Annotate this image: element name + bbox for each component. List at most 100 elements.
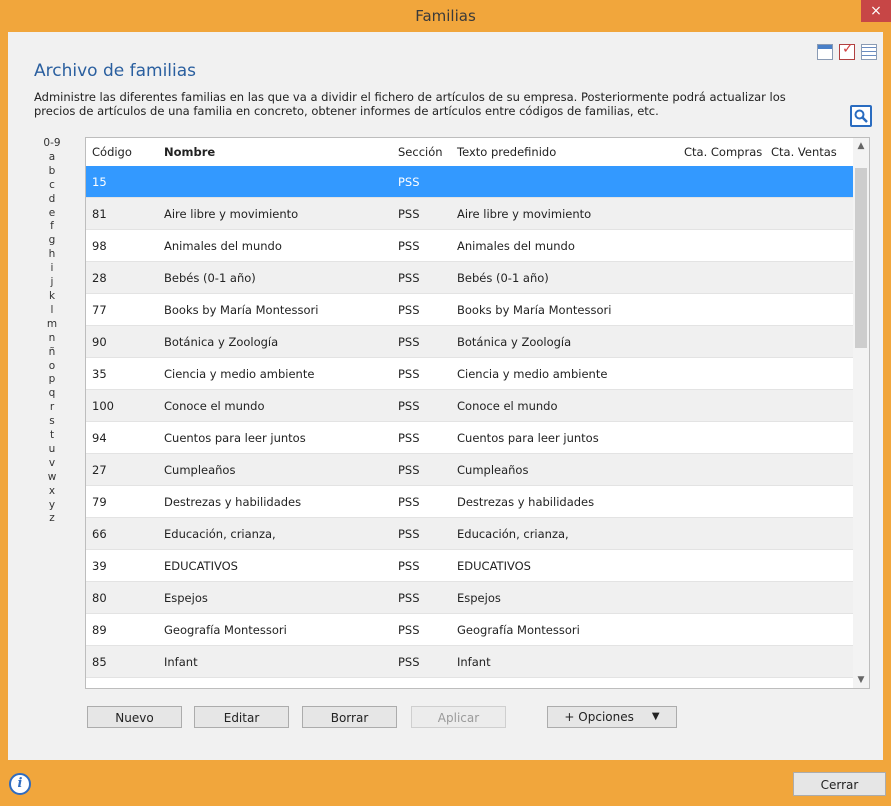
alphabet-letter[interactable]: a [38, 151, 66, 165]
alphabet-letter[interactable]: r [38, 401, 66, 415]
alphabet-letter[interactable]: c [38, 179, 66, 193]
table-row[interactable]: 90 Botánica y Zoología PSS Botánica y Zoolo… [86, 326, 853, 358]
column-header[interactable]: Cta. Ventas [765, 145, 853, 159]
alphabet-letter[interactable]: w [38, 471, 66, 485]
table-cell: PSS [398, 590, 420, 605]
table-cell: 35 [92, 366, 107, 381]
alphabet-letter[interactable]: v [38, 457, 66, 471]
table-row[interactable]: 81 Aire libre y movimiento PSS Aire libre y… [86, 198, 853, 230]
aplicar-button[interactable]: Aplicar [411, 706, 506, 728]
alphabet-letter[interactable]: n [38, 332, 66, 346]
nuevo-button[interactable]: Nuevo [87, 706, 182, 728]
alphabet-letter[interactable]: d [38, 193, 66, 207]
table-row[interactable]: 28 Bebés (0-1 año) PSS Bebés (0-1 año) [86, 262, 853, 294]
table-cell: 79 [92, 494, 107, 509]
table-cell: Bebés (0-1 año) [164, 270, 256, 285]
close-button[interactable]: × [861, 0, 891, 22]
alphabet-index: 0-9 a b c d e f g h i j k l m n ñ o p q r s t u v w x y z [38, 137, 66, 526]
table-cell: Bebés (0-1 año) [457, 270, 549, 285]
alphabet-letter[interactable]: z [38, 512, 66, 526]
table-cell: Educación, crianza, [164, 526, 276, 541]
alphabet-letter[interactable]: b [38, 165, 66, 179]
table-row[interactable]: 66 Educación, crianza, PSS Educación, crian… [86, 518, 853, 550]
column-header[interactable]: Nombre [158, 145, 392, 159]
alphabet-letter[interactable]: u [38, 443, 66, 457]
alphabet-letter[interactable]: e [38, 207, 66, 221]
table-cell: 27 [92, 462, 107, 477]
search-button[interactable] [850, 105, 872, 127]
table-row[interactable]: 27 Cumpleaños PSS Cumpleaños [86, 454, 853, 486]
table-cell: Conoce el mundo [164, 398, 265, 413]
alphabet-letter[interactable]: p [38, 373, 66, 387]
table-row[interactable]: 98 Animales del mundo PSS Animales del mund… [86, 230, 853, 262]
table-row[interactable]: 85 Infant PSS Infant [86, 646, 853, 678]
title-bar: Familias × [0, 0, 891, 32]
table-row[interactable]: 100 Conoce el mundo PSS Conoce el mundo [86, 390, 853, 422]
scroll-down-icon[interactable]: ▼ [853, 672, 869, 688]
alphabet-letter[interactable]: y [38, 499, 66, 513]
alphabet-letter[interactable]: s [38, 415, 66, 429]
table-cell: Geografía Montessori [457, 622, 580, 637]
alphabet-letter[interactable]: q [38, 387, 66, 401]
scroll-up-icon[interactable]: ▲ [853, 138, 869, 154]
alphabet-letter[interactable]: i [38, 262, 66, 276]
alphabet-letter[interactable]: j [38, 276, 66, 290]
table-cell: 98 [92, 238, 107, 253]
table-cell: PSS [398, 622, 420, 637]
alphabet-letter[interactable]: h [38, 248, 66, 262]
calendar-icon[interactable] [817, 44, 833, 60]
table-row[interactable]: 35 Ciencia y medio ambiente PSS Ciencia y m… [86, 358, 853, 390]
table-cell: EDUCATIVOS [457, 558, 531, 573]
alphabet-letter[interactable]: f [38, 220, 66, 234]
vertical-scrollbar[interactable]: ▲ ▼ [853, 138, 869, 688]
table-cell: Destrezas y habilidades [457, 494, 595, 509]
footer-bar: i Cerrar [0, 760, 891, 806]
alphabet-letter[interactable]: ñ [38, 346, 66, 360]
table-row[interactable]: 79 Destrezas y habilidades PSS Destrezas y … [86, 486, 853, 518]
table-cell: Destrezas y habilidades [164, 494, 302, 509]
table-row[interactable]: 77 Books by María Montessori PSS Books by M… [86, 294, 853, 326]
page-title: Archivo de familias [34, 61, 197, 81]
info-icon[interactable]: i [9, 773, 31, 795]
checklist-icon[interactable] [839, 41, 855, 60]
table-cell: Animales del mundo [457, 238, 575, 253]
table-cell: 39 [92, 558, 107, 573]
table-cell: PSS [398, 558, 420, 573]
window-title: Familias [415, 7, 476, 25]
borrar-button[interactable]: Borrar [302, 706, 397, 728]
column-header[interactable]: Cta. Compras [678, 145, 765, 159]
alphabet-letter[interactable]: t [38, 429, 66, 443]
table-row[interactable]: 15 PSS [86, 166, 853, 198]
table-cell: 89 [92, 622, 107, 637]
table-cell: Botánica y Zoología [457, 334, 572, 349]
table-row[interactable]: 94 Cuentos para leer juntos PSS Cuentos par… [86, 422, 853, 454]
cerrar-button[interactable]: Cerrar [793, 772, 886, 796]
table-header: Código Nombre Sección Texto predefinido Cta.… [86, 138, 853, 167]
table-row[interactable]: 39 EDUCATIVOS PSS EDUCATIVOS [86, 550, 853, 582]
alphabet-letter[interactable]: o [38, 360, 66, 374]
table-cell: EDUCATIVOS [164, 558, 238, 573]
column-header[interactable]: Texto predefinido [451, 145, 678, 159]
page-description: Administre las diferentes familias en la… [34, 90, 786, 118]
alphabet-letter[interactable]: l [38, 304, 66, 318]
table-cell: Ciencia y medio ambiente [164, 366, 315, 381]
table-cell: Books by María Montessori [457, 302, 612, 317]
alphabet-letter[interactable]: x [38, 485, 66, 499]
table-cell: PSS [398, 174, 420, 189]
table-cell: Educación, crianza, [457, 526, 569, 541]
column-header[interactable]: Código [86, 145, 158, 159]
table-row[interactable]: 89 Geografía Montessori PSS Geografía Monte… [86, 614, 853, 646]
scroll-thumb[interactable] [855, 168, 867, 348]
grid-icon[interactable] [861, 44, 877, 60]
alphabet-letter[interactable]: g [38, 234, 66, 248]
alphabet-letter[interactable]: 0-9 [38, 137, 66, 151]
table-cell: Animales del mundo [164, 238, 282, 253]
table-cell: Aire libre y movimiento [164, 206, 299, 221]
alphabet-letter[interactable]: m [38, 318, 66, 332]
table-row[interactable]: 80 Espejos PSS Espejos [86, 582, 853, 614]
opciones-button[interactable]: + Opciones ▼ [547, 706, 677, 728]
editar-button[interactable]: Editar [194, 706, 289, 728]
table-cell: 80 [92, 590, 107, 605]
alphabet-letter[interactable]: k [38, 290, 66, 304]
column-header[interactable]: Sección [392, 145, 451, 159]
